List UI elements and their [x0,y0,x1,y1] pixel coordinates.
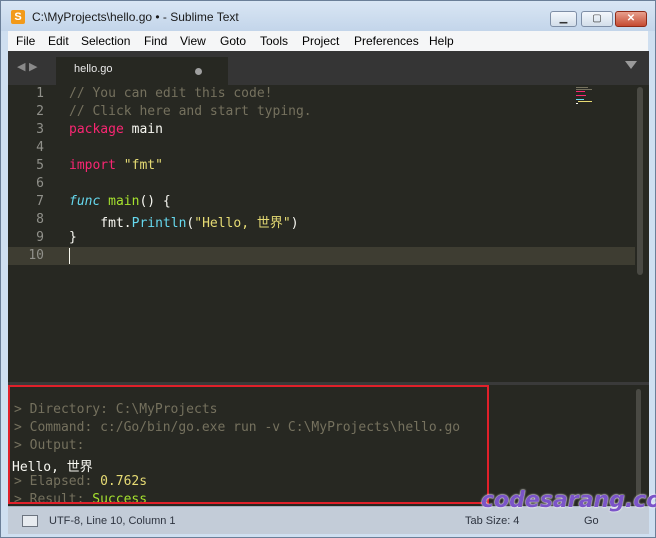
function-name-token: main [108,194,140,209]
code-line: } [69,230,77,245]
function-call-token: Println [131,216,187,231]
line-number: 5 [36,158,44,173]
status-tab-size[interactable]: Tab Size: 4 [465,515,519,527]
menu-file[interactable]: File [16,34,35,48]
code-line: // Click here and start typing. [69,104,312,119]
code-line: fmt.Println("Hello, 世界") [69,212,299,231]
line-number: 8 [36,212,44,227]
storage-token: func [69,194,101,209]
annotation-highlight-box [8,385,489,504]
identifier-token: main [123,122,163,137]
comment-token: // Click here and start typing. [69,104,312,119]
line-number: 9 [36,230,44,245]
line-number: 7 [36,194,44,209]
editor-scrollbar[interactable] [637,87,643,275]
menu-goto[interactable]: Goto [220,34,246,48]
text-caret [69,248,70,264]
tab-nav-left-icon[interactable]: ◀ [17,60,25,73]
panel-toggle-icon[interactable] [22,515,38,527]
keyword-token: import [69,158,116,173]
code-line: package main [69,122,163,137]
watermark-text: codesarang.com [481,488,656,513]
window-title: C:\MyProjects\hello.go • - Sublime Text [32,10,239,24]
minimize-button[interactable]: ▁ [550,11,577,27]
menu-project[interactable]: Project [302,34,339,48]
title-bar[interactable]: S C:\MyProjects\hello.go • - Sublime Tex… [1,1,655,31]
code-line: func main() { [69,194,171,209]
menu-tools[interactable]: Tools [260,34,288,48]
code-line: // You can edit this code! [69,86,273,101]
menu-preferences[interactable]: Preferences [354,34,419,48]
status-encoding-position: UTF-8, Line 10, Column 1 [49,515,176,527]
code-editor[interactable]: 1 2 3 4 5 6 7 8 9 10 // You can edit thi… [8,85,649,382]
line-number: 3 [36,122,44,137]
maximize-button[interactable]: ▢ [581,11,613,27]
status-syntax[interactable]: Go [584,515,599,527]
line-number: 2 [36,104,44,119]
sublime-app-icon: S [11,10,25,24]
punctuation-token: () { [139,194,171,209]
unsaved-dot-icon[interactable] [195,68,202,75]
code-line: import "fmt" [69,158,163,173]
string-token: "fmt" [123,158,163,173]
minimap[interactable] [576,85,616,107]
tab-bar: ◀ ▶ hello.go [8,51,649,85]
tab-nav-right-icon[interactable]: ▶ [29,60,37,73]
menu-view[interactable]: View [180,34,206,48]
line-number: 1 [36,86,44,101]
current-line-highlight [8,247,635,265]
menu-selection[interactable]: Selection [81,34,130,48]
line-number: 6 [36,176,44,191]
comment-token: // You can edit this code! [69,86,273,101]
keyword-token: package [69,122,124,137]
line-number: 4 [36,140,44,155]
close-button[interactable]: ✕ [615,11,647,27]
punctuation-token: ) [290,216,299,231]
string-token: "Hello, 世界" [194,216,291,231]
tab-dropdown-icon[interactable] [625,61,637,69]
output-scrollbar[interactable] [636,389,641,499]
tab-hello-go[interactable]: hello.go [56,57,228,85]
menu-edit[interactable]: Edit [48,34,69,48]
tab-label: hello.go [74,63,113,75]
package-token: fmt. [69,216,132,231]
menu-find[interactable]: Find [144,34,167,48]
menu-help[interactable]: Help [429,34,454,48]
menu-bar: File Edit Selection Find View Goto Tools… [8,31,648,52]
app-window: S C:\MyProjects\hello.go • - Sublime Tex… [0,0,656,538]
line-number: 10 [28,248,44,263]
punctuation-token: } [69,230,77,245]
